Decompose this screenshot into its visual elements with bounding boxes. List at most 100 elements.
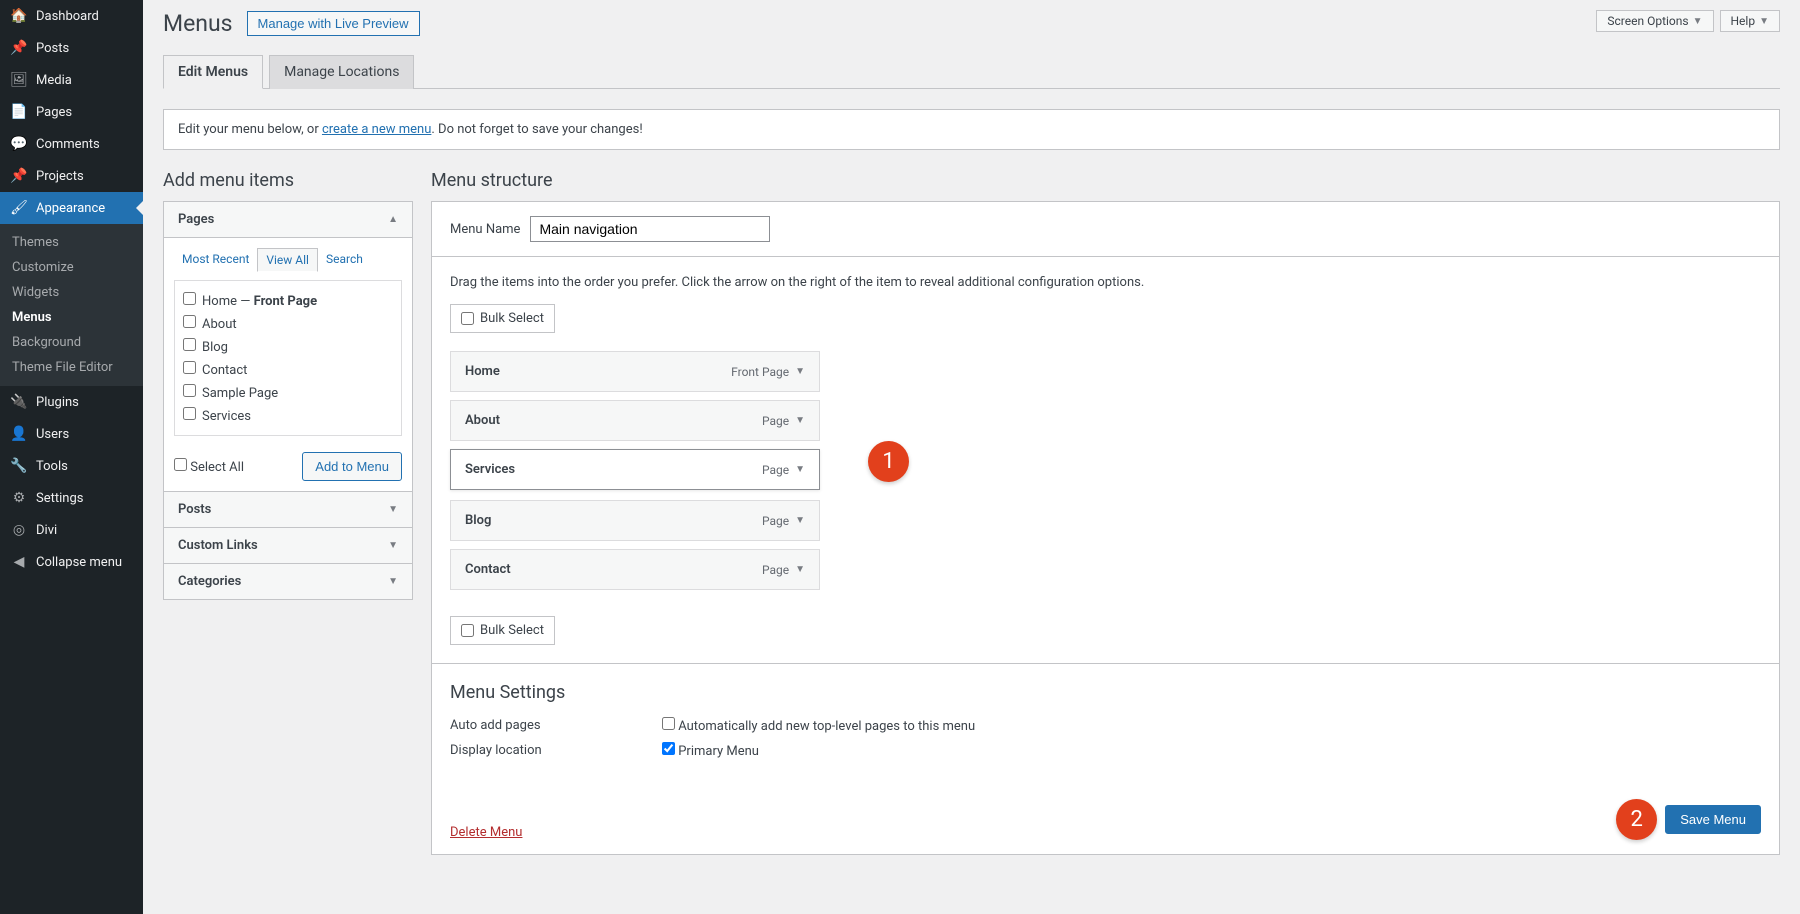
panel-label: Pages xyxy=(178,212,214,227)
panel-custom-links-header[interactable]: Custom Links▼ xyxy=(164,527,412,563)
page-checkbox[interactable] xyxy=(183,315,196,328)
submenu-background[interactable]: Background xyxy=(0,330,143,355)
select-all-checkbox[interactable] xyxy=(174,458,187,471)
tab-edit-menus[interactable]: Edit Menus xyxy=(163,55,263,89)
primary-menu-option[interactable]: Primary Menu xyxy=(662,742,759,759)
menu-structure-title: Menu structure xyxy=(431,170,1780,191)
chevron-down-icon[interactable]: ▼ xyxy=(795,515,805,526)
chevron-down-icon[interactable]: ▼ xyxy=(795,564,805,575)
menu-item-blog[interactable]: BlogPage▼ xyxy=(450,500,820,541)
panel-categories-header[interactable]: Categories ▼ xyxy=(164,563,412,599)
create-new-menu-link[interactable]: create a new menu xyxy=(322,122,431,137)
sidebar-item-collapse[interactable]: ◀Collapse menu xyxy=(0,546,143,578)
page-item-sample-page[interactable]: Sample Page xyxy=(183,381,393,404)
auto-add-checkbox[interactable] xyxy=(662,717,675,730)
menu-name-input[interactable] xyxy=(530,216,770,242)
page-checkbox[interactable] xyxy=(183,407,196,420)
sidebar-item-appearance[interactable]: 🖌Appearance xyxy=(0,192,143,224)
chevron-down-icon[interactable]: ▼ xyxy=(795,366,805,377)
nav-tabs: Edit Menus Manage Locations xyxy=(163,55,1780,89)
panel-posts-header[interactable]: Posts▼ xyxy=(164,491,412,527)
bulk-select-top[interactable]: Bulk Select xyxy=(450,304,555,333)
bulk-select-checkbox[interactable] xyxy=(461,624,474,637)
submenu-menus[interactable]: Menus xyxy=(0,305,143,330)
page-label: Sample Page xyxy=(202,386,278,401)
auto-add-option[interactable]: Automatically add new top-level pages to… xyxy=(662,717,975,734)
menu-item-home[interactable]: Home Front Page▼ xyxy=(450,351,820,392)
media-icon: 🖼 xyxy=(10,72,28,88)
select-all-label: Select All xyxy=(190,460,244,475)
live-preview-button[interactable]: Manage with Live Preview xyxy=(247,11,420,36)
sidebar-item-tools[interactable]: 🔧 Tools xyxy=(0,450,143,482)
sidebar-item-comments[interactable]: 💬Comments xyxy=(0,128,143,160)
chevron-down-icon: ▼ xyxy=(388,576,398,587)
page-item-blog[interactable]: Blog xyxy=(183,335,393,358)
page-checkbox[interactable] xyxy=(183,292,196,305)
tools-icon: 🔧 xyxy=(10,458,28,474)
page-item-contact[interactable]: Contact xyxy=(183,358,393,381)
sidebar-item-plugins[interactable]: 🔌Plugins xyxy=(0,386,143,418)
page-item-about[interactable]: About xyxy=(183,312,393,335)
page-label: About xyxy=(202,317,237,332)
sidebar-item-label: Divi xyxy=(36,523,57,538)
screen-options-label: Screen Options xyxy=(1607,14,1688,28)
bulk-select-checkbox[interactable] xyxy=(461,312,474,325)
menu-item-title: Services xyxy=(465,462,515,477)
sidebar-item-posts[interactable]: 📌Posts xyxy=(0,32,143,64)
primary-menu-checkbox[interactable] xyxy=(662,742,675,755)
help-button[interactable]: Help▼ xyxy=(1720,10,1781,32)
screen-options-button[interactable]: Screen Options ▼ xyxy=(1596,10,1713,32)
sidebar-item-users[interactable]: 👤Users xyxy=(0,418,143,450)
chevron-down-icon: ▼ xyxy=(1693,16,1703,27)
menu-item-type: Front Page▼ xyxy=(731,365,805,379)
sidebar-item-media[interactable]: 🖼 Media xyxy=(0,64,143,96)
sidebar-item-label: Plugins xyxy=(36,395,79,410)
page-label: Contact xyxy=(202,363,247,378)
appearance-submenu: Themes Customize Widgets Menus Backgroun… xyxy=(0,224,143,386)
notice-text-post: . Do not forget to save your changes! xyxy=(431,122,642,137)
menu-structure-box: Menu Name Drag the items into the order … xyxy=(431,201,1780,855)
submenu-widgets[interactable]: Widgets xyxy=(0,280,143,305)
projects-icon: 📌 xyxy=(10,168,28,184)
panel-pages-header[interactable]: Pages▲ xyxy=(164,202,412,237)
sidebar-item-label: Pages xyxy=(36,105,72,120)
sidebar-item-label: Media xyxy=(36,73,72,88)
subtab-most-recent[interactable]: Most Recent xyxy=(174,248,257,272)
add-items-accordion: Pages▲ Most Recent View All Search Home … xyxy=(163,201,413,600)
subtab-view-all[interactable]: View All xyxy=(257,248,318,272)
save-menu-button[interactable]: Save Menu xyxy=(1665,805,1761,834)
menu-item-title: Blog xyxy=(465,513,491,528)
page-item-services[interactable]: Services xyxy=(183,404,393,427)
sidebar-item-pages[interactable]: 📄Pages xyxy=(0,96,143,128)
sidebar-item-settings[interactable]: ⚙Settings xyxy=(0,482,143,514)
chevron-down-icon[interactable]: ▼ xyxy=(795,415,805,426)
sidebar-item-dashboard[interactable]: 🏠Dashboard xyxy=(0,0,143,32)
submenu-customize[interactable]: Customize xyxy=(0,255,143,280)
page-checkbox[interactable] xyxy=(183,338,196,351)
tab-manage-locations[interactable]: Manage Locations xyxy=(269,55,414,89)
menu-item-contact[interactable]: ContactPage▼ xyxy=(450,549,820,590)
page-item-home[interactable]: Home — Front Page xyxy=(183,289,393,312)
panel-label: Categories xyxy=(178,574,241,589)
add-to-menu-button[interactable]: Add to Menu xyxy=(302,452,402,481)
delete-menu-link[interactable]: Delete Menu xyxy=(450,825,522,840)
bulk-select-bottom[interactable]: Bulk Select xyxy=(450,616,555,645)
sidebar-item-label: Tools xyxy=(36,459,68,474)
primary-menu-text: Primary Menu xyxy=(678,744,759,759)
subtab-search[interactable]: Search xyxy=(318,248,371,272)
chevron-down-icon: ▼ xyxy=(388,504,398,515)
submenu-theme-file-editor[interactable]: Theme File Editor xyxy=(0,355,143,380)
sidebar-item-projects[interactable]: 📌Projects xyxy=(0,160,143,192)
page-checkbox[interactable] xyxy=(183,384,196,397)
menu-item-services[interactable]: ServicesPage▼ xyxy=(450,449,820,490)
annotation-badge-2: 2 xyxy=(1616,799,1657,840)
menu-item-about[interactable]: AboutPage▼ xyxy=(450,400,820,441)
admin-sidebar: 🏠Dashboard 📌Posts 🖼 Media 📄Pages 💬Comment… xyxy=(0,0,143,914)
sidebar-item-divi[interactable]: ◎Divi xyxy=(0,514,143,546)
select-all[interactable]: Select All xyxy=(174,458,244,475)
submenu-themes[interactable]: Themes xyxy=(0,230,143,255)
menu-item-title: Home xyxy=(465,364,500,379)
chevron-down-icon[interactable]: ▼ xyxy=(795,464,805,475)
notice-text-pre: Edit your menu below, or xyxy=(178,122,322,137)
page-checkbox[interactable] xyxy=(183,361,196,374)
